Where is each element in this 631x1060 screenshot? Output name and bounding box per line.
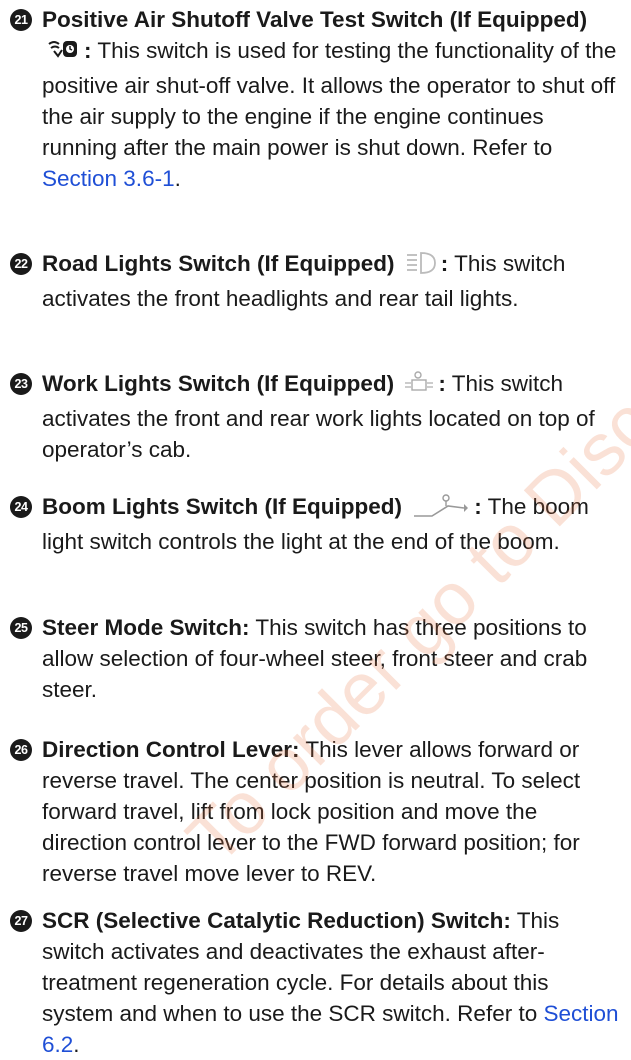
manual-page: 21 Positive Air Shutoff Valve Test Switc…: [0, 0, 631, 1057]
headlight-icon: [405, 251, 437, 283]
list-item-24: 24 Boom Lights Switch (If Equipped) : Th…: [10, 491, 622, 557]
section-link[interactable]: Section 3.6-1: [42, 166, 175, 191]
item-colon: :: [440, 251, 449, 276]
item-number-badge: 27: [10, 910, 32, 932]
item-number-badge: 25: [10, 617, 32, 639]
item-text: SCR (Selective Catalytic Reduction) Swit…: [42, 905, 622, 1060]
item-number-badge: 23: [10, 373, 32, 395]
item-text: Positive Air Shutoff Valve Test Switch (…: [42, 4, 622, 194]
item-text: Boom Lights Switch (If Equipped) : The b…: [42, 491, 622, 557]
item-colon: :: [474, 494, 482, 519]
item-text: Road Lights Switch (If Equipped) : This …: [42, 248, 622, 314]
item-body: This switch is used for testing the func…: [42, 38, 617, 160]
item-text: Work Lights Switch (If Equipped) : This …: [42, 368, 622, 465]
item-tail: .: [174, 166, 181, 191]
work-light-icon: [404, 371, 434, 403]
item-title: SCR (Selective Catalytic Reduction) Swit…: [42, 908, 511, 933]
air-shutoff-valve-icon: [46, 36, 80, 70]
item-text: Steer Mode Switch: This switch has three…: [42, 612, 622, 705]
list-item-25: 25 Steer Mode Switch: This switch has th…: [10, 612, 622, 705]
item-title: Road Lights Switch (If Equipped): [42, 251, 395, 276]
item-number-badge: 22: [10, 253, 32, 275]
list-item-27: 27 SCR (Selective Catalytic Reduction) S…: [10, 905, 622, 1060]
item-number-badge: 21: [10, 9, 32, 31]
item-text: Direction Control Lever: This lever allo…: [42, 734, 622, 889]
list-item-21: 21 Positive Air Shutoff Valve Test Switc…: [10, 4, 622, 194]
item-colon: :: [84, 38, 92, 63]
item-title: Work Lights Switch (If Equipped): [42, 371, 395, 396]
item-number-badge: 26: [10, 739, 32, 761]
item-tail: .: [73, 1032, 80, 1057]
item-colon: :: [438, 371, 446, 396]
item-title: Steer Mode Switch:: [42, 615, 250, 640]
list-item-26: 26 Direction Control Lever: This lever a…: [10, 734, 622, 889]
list-item-22: 22 Road Lights Switch (If Equipped) : Th…: [10, 248, 622, 314]
item-number-badge: 24: [10, 496, 32, 518]
item-title: Boom Lights Switch (If Equipped): [42, 494, 402, 519]
item-title: Direction Control Lever:: [42, 737, 300, 762]
boom-light-icon: [412, 494, 470, 526]
list-item-23: 23 Work Lights Switch (If Equipped) : Th…: [10, 368, 622, 465]
item-title: Positive Air Shutoff Valve Test Switch (…: [42, 7, 588, 32]
